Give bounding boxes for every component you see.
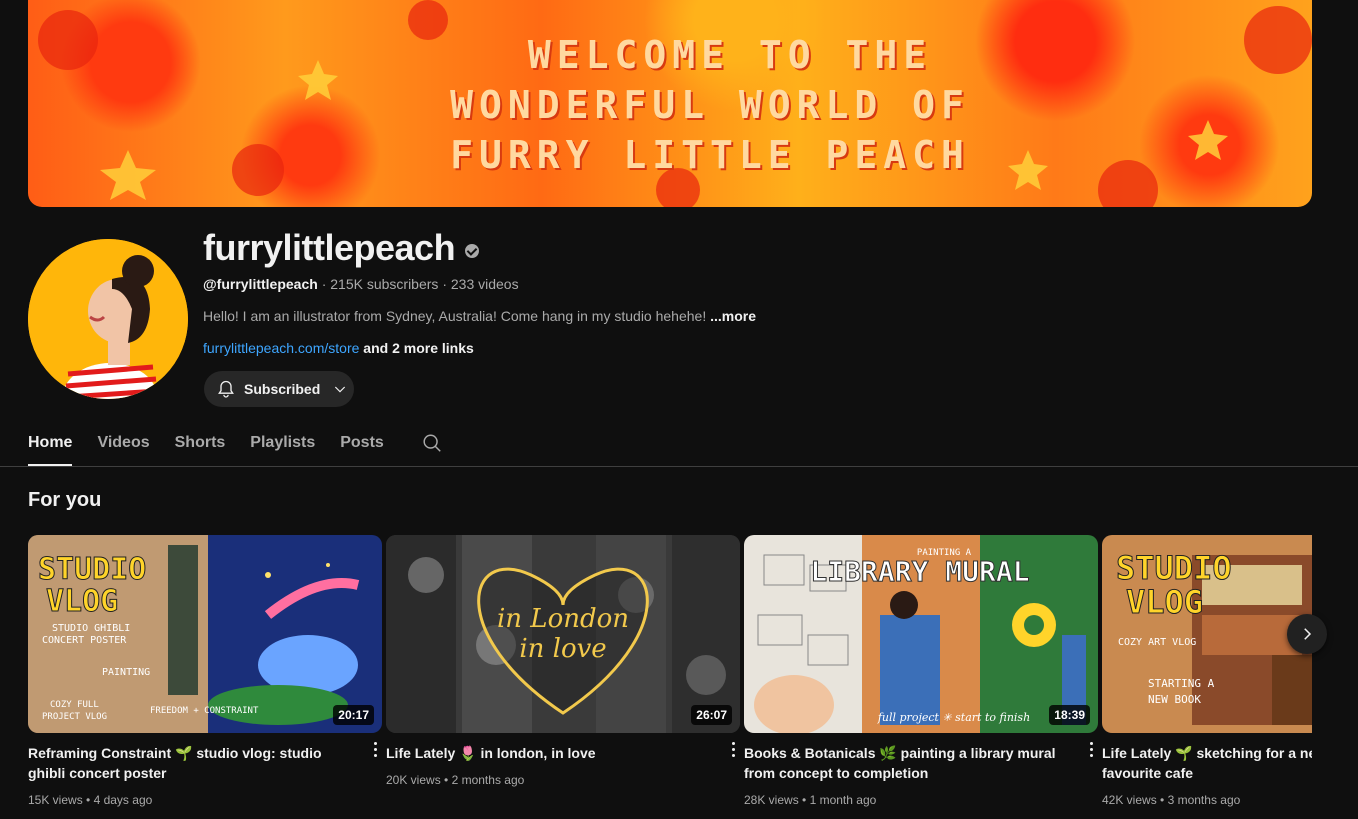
thumb-text-starting: STARTING A [1148, 677, 1215, 690]
tabs-divider [0, 466, 1358, 467]
channel-search-button[interactable] [421, 420, 443, 466]
banner-line-1: WELCOME TO THE [527, 33, 933, 77]
video-duration: 20:17 [333, 705, 374, 725]
banner-text: WELCOME TO THE WONDERFUL WORLD OF FURRY … [28, 30, 1312, 180]
video-views: 15K views [28, 793, 83, 807]
video-meta: 20K views • 2 months ago [386, 773, 525, 787]
video-views: 42K views [1102, 793, 1157, 807]
search-icon [423, 434, 441, 452]
chevron-down-icon [335, 386, 346, 393]
for-you-shelf: STUDIO VLOG STUDIO GHIBLI CONCERT POSTER… [28, 535, 1312, 819]
thumb-text-vlog: VLOG [1126, 583, 1203, 621]
banner-line-3: FURRY LITTLE PEACH [450, 133, 970, 177]
subscribed-label: Subscribed [244, 381, 321, 397]
channel-handle: @furrylittlepeach [203, 276, 318, 292]
video-card[interactable]: PAINTING A LIBRARY MURAL full project ✳ … [744, 535, 1098, 807]
video-title[interactable]: Books & Botanicals 🌿 painting a library … [744, 743, 1098, 785]
video-card[interactable]: in London in love 26:07 Life Lately 🌷 in… [386, 535, 740, 787]
thumb-text-freedom: FREEDOM + CONSTRAINT [150, 706, 259, 716]
channel-banner: WELCOME TO THE WONDERFUL WORLD OF FURRY … [28, 0, 1312, 207]
channel-name-text: furrylittlepeach [203, 227, 456, 268]
tab-videos[interactable]: Videos [97, 420, 149, 466]
video-age: 4 days ago [93, 793, 153, 807]
video-meta: 28K views • 1 month ago [744, 793, 877, 807]
subscriber-count: 215K subscribers [330, 276, 439, 292]
thumb-text-cozy-art: COZY ART VLOG [1118, 637, 1196, 648]
section-title: For you [28, 489, 102, 511]
channel-store-link[interactable]: furrylittlepeach.com/store [203, 340, 359, 356]
video-age: 2 months ago [451, 773, 525, 787]
video-card[interactable]: STUDIO VLOG STUDIO GHIBLI CONCERT POSTER… [28, 535, 382, 807]
thumb-text-love: in love [519, 634, 606, 664]
description-more-link[interactable]: ...more [710, 308, 756, 324]
video-card[interactable]: STUDIO VLOG COZY ART VLOG STARTING A NEW… [1102, 535, 1312, 807]
tab-shorts[interactable]: Shorts [175, 420, 226, 466]
thumb-text-full-project: full project ✳ start to finish [877, 711, 1030, 724]
video-duration: 18:39 [1049, 705, 1090, 725]
video-thumbnail[interactable]: STUDIO VLOG COZY ART VLOG STARTING A NEW… [1102, 535, 1312, 733]
banner-line-2: WONDERFUL WORLD OF [450, 83, 970, 127]
video-thumbnail[interactable]: PAINTING A LIBRARY MURAL full project ✳ … [744, 535, 1098, 733]
tab-posts[interactable]: Posts [340, 420, 384, 466]
thumbnail-art: PAINTING A LIBRARY MURAL full project ✳ … [744, 535, 1098, 733]
tab-playlists[interactable]: Playlists [250, 420, 315, 466]
thumb-text-library-mural: LIBRARY MURAL [810, 555, 1029, 588]
shelf-next-button[interactable] [1287, 614, 1327, 654]
bell-icon [218, 380, 234, 398]
video-thumbnail[interactable]: STUDIO VLOG STUDIO GHIBLI CONCERT POSTER… [28, 535, 382, 733]
video-views: 20K views [386, 773, 441, 787]
thumb-text-vlog: VLOG [46, 584, 118, 619]
channel-tabs: Home Videos Shorts Playlists Posts [28, 420, 468, 466]
subscribed-button[interactable]: Subscribed [204, 371, 354, 407]
thumb-text-studio: STUDIO [38, 552, 146, 587]
thumb-text-studio: STUDIO [1116, 549, 1232, 587]
channel-description[interactable]: Hello! I am an illustrator from Sydney, … [203, 308, 756, 324]
video-meta: 42K views • 3 months ago [1102, 793, 1241, 807]
channel-meta: @furrylittlepeach · 215K subscribers · 2… [203, 276, 519, 292]
avatar-illustration [28, 239, 188, 399]
more-vert-icon[interactable] [372, 740, 378, 760]
more-vert-icon[interactable] [1088, 740, 1094, 760]
thumb-text-ghibli: STUDIO GHIBLI [52, 623, 130, 634]
thumb-text-project: PROJECT VLOG [42, 712, 107, 722]
more-vert-icon[interactable] [730, 740, 736, 760]
thumb-text-london: in London [497, 604, 629, 634]
channel-avatar[interactable] [28, 239, 188, 399]
video-count: 233 videos [450, 276, 519, 292]
video-views: 28K views [744, 793, 799, 807]
video-duration: 26:07 [691, 705, 732, 725]
chevron-right-icon [1304, 628, 1312, 640]
thumbnail-art: in London in love [386, 535, 740, 733]
thumb-text-poster: CONCERT POSTER [42, 635, 127, 646]
video-meta: 15K views • 4 days ago [28, 793, 153, 807]
thumbnail-art: STUDIO VLOG STUDIO GHIBLI CONCERT POSTER… [28, 535, 382, 733]
video-title[interactable]: Reframing Constraint 🌱 studio vlog: stud… [28, 743, 382, 785]
meta-separator: · [442, 276, 451, 292]
thumb-text-cozy: COZY FULL [50, 700, 99, 710]
thumb-text-painting: PAINTING [102, 667, 150, 678]
thumbnail-art: STUDIO VLOG COZY ART VLOG STARTING A NEW… [1102, 535, 1312, 733]
verified-icon [465, 244, 480, 258]
channel-name: furrylittlepeach [203, 227, 480, 269]
channel-links: furrylittlepeach.com/store and 2 more li… [203, 340, 474, 356]
meta-separator: · [321, 276, 331, 292]
more-links-button[interactable]: and 2 more links [363, 340, 473, 356]
video-age: 1 month ago [809, 793, 877, 807]
thumb-text-new-book: NEW BOOK [1148, 693, 1201, 706]
video-thumbnail[interactable]: in London in love 26:07 [386, 535, 740, 733]
video-title[interactable]: Life Lately 🌱 sketching for a new book a… [1102, 743, 1312, 785]
tab-home[interactable]: Home [28, 420, 73, 466]
video-age: 3 months ago [1167, 793, 1241, 807]
description-text: Hello! I am an illustrator from Sydney, … [203, 308, 707, 324]
